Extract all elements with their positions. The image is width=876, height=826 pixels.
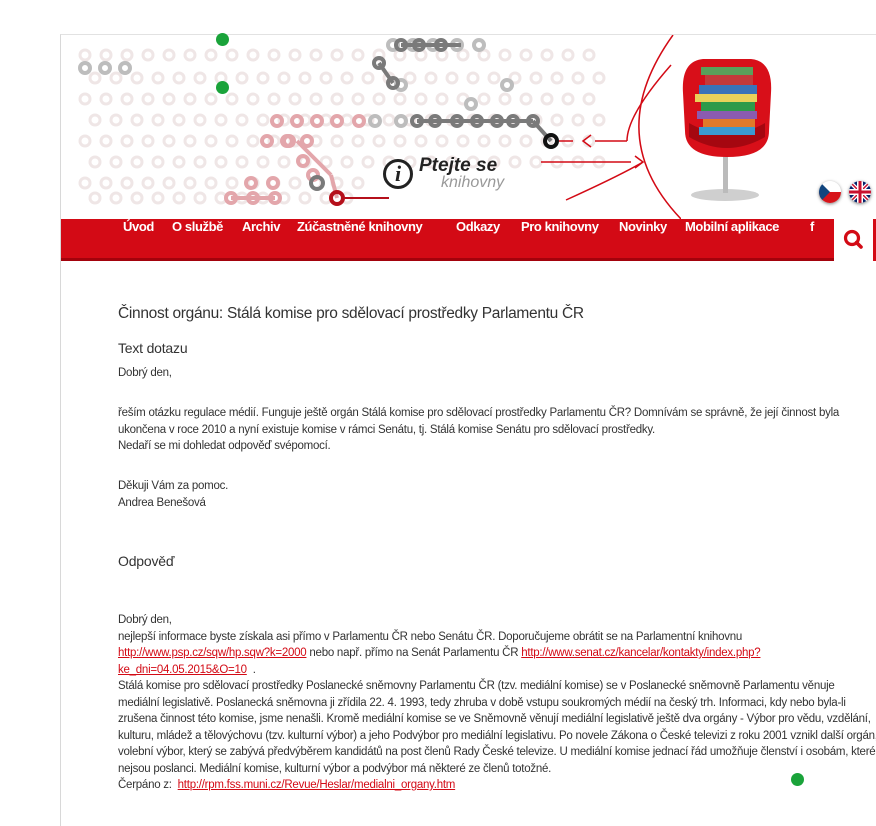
answer-heading: Odpověď <box>118 553 175 569</box>
answer-body: Stálá komise pro sdělovací prostředky Po… <box>118 680 876 775</box>
link-psp[interactable]: http://www.psp.cz/sqw/hp.sqw?k=2000 <box>118 647 307 659</box>
answer-after: . <box>252 663 256 676</box>
nav-item-uvod[interactable]: Úvod <box>123 219 154 258</box>
answer-intro: nejlepší informace byste získala asi pří… <box>118 630 743 643</box>
nav-item-novinky[interactable]: Novinky <box>619 219 667 258</box>
page-title: Činnost orgánu: Stálá komise pro sdělova… <box>118 305 584 322</box>
facebook-icon[interactable]: f <box>810 219 814 258</box>
green-dot-marker <box>791 773 804 786</box>
cz-flag-icon[interactable] <box>819 181 841 203</box>
decorative-dot-pattern <box>78 35 681 219</box>
answer-greeting: Dobrý den, <box>118 614 172 626</box>
site-header: i Ptejte se knihovny <box>61 35 876 219</box>
green-dot-marker <box>216 81 229 94</box>
uk-flag-icon[interactable] <box>849 181 871 203</box>
nav-item-pro-knihovny[interactable]: Pro knihovny <box>521 219 599 258</box>
question-greeting: Dobrý den, <box>118 367 172 379</box>
nav-item-archiv[interactable]: Archiv <box>242 219 280 258</box>
nav-item-mobilni-aplikace[interactable]: Mobilní aplikace <box>685 219 779 258</box>
green-dot-marker <box>216 33 229 46</box>
main-navigation: Úvod O službě Archiv Zúčastněné knihovny… <box>61 219 876 261</box>
question-text-2: Nedaří se mi dohledat odpověď svépomocí. <box>118 440 331 452</box>
info-logo-icon: i <box>383 159 413 189</box>
chair-with-books-illustration <box>682 59 772 201</box>
question-author: Andrea Benešová <box>118 496 206 509</box>
question-text: řeším otázku regulace médií. Funguje ješ… <box>118 407 840 436</box>
link-source[interactable]: http://rpm.fss.muni.cz/Revue/Heslar/medi… <box>178 779 456 791</box>
site-logo[interactable]: i Ptejte se knihovny <box>383 155 513 197</box>
answer-mid: nebo např. přímo na Senát Parlamentu ČR <box>309 647 519 659</box>
answer-intro-paragraph: nejlepší informace byste získala asi pří… <box>118 629 876 679</box>
search-button[interactable] <box>834 219 876 261</box>
logo-subtitle: knihovny <box>441 174 505 191</box>
search-icon <box>843 229 863 249</box>
nav-item-odkazy[interactable]: Odkazy <box>456 219 500 258</box>
language-switcher <box>817 181 873 205</box>
question-heading: Text dotazu <box>118 340 188 356</box>
source-label: Čerpáno z: <box>118 779 172 791</box>
answer-source: Čerpáno z: http://rpm.fss.muni.cz/Revue/… <box>118 777 876 794</box>
page-frame: i Ptejte se knihovny Úvod O službě Archi… <box>60 34 876 826</box>
question-thanks: Děkuji Vám za pomoc. <box>118 480 229 492</box>
nav-item-zucastnene-knihovny[interactable]: Zúčastněné knihovny <box>297 219 423 258</box>
nav-item-o-sluzbe[interactable]: O službě <box>172 219 223 258</box>
